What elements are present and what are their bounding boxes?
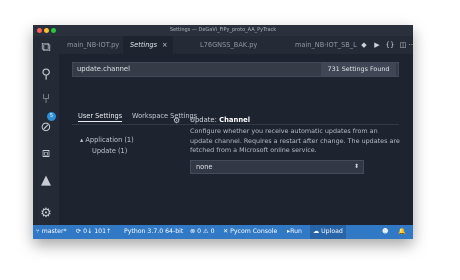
more-actions-icon[interactable]: ··· (408, 36, 413, 54)
run-icon[interactable]: ▶ (370, 36, 384, 54)
gear-icon[interactable]: ⚙ (33, 203, 59, 225)
tab-bar: main_NB-IOT.py Settings × L76GNSS_BAK.py … (59, 36, 413, 54)
maximize-window-button[interactable] (51, 28, 56, 33)
branch-label: master* (41, 228, 67, 235)
tree-item-application[interactable]: ▴ Application (1) (80, 136, 134, 145)
setting-gear-icon[interactable]: ⚙ (173, 116, 180, 125)
tab-l76gnss-bak[interactable]: L76GNSS_BAK.py (175, 36, 283, 54)
tab-user-settings[interactable]: User Settings (78, 111, 123, 122)
source-control-badge: 5 (47, 112, 56, 121)
select-value: none (196, 163, 213, 171)
azure-icon[interactable]: ▲ (33, 170, 59, 192)
update-channel-select[interactable]: none ⬍ (190, 160, 364, 174)
tree-item-update[interactable]: Update (1) (92, 147, 127, 156)
feedback-icon[interactable]: ☻ (382, 225, 388, 239)
title-bar: Settings — DeGaVi_FiPy_proto_AA_PyTrack (33, 25, 413, 36)
select-caret-icon: ⬍ (353, 163, 359, 170)
tree-item-label: Application (1) (85, 136, 134, 144)
pycom-console-button[interactable]: ✕ Pycom Console (223, 225, 277, 239)
settings-found-count: 731 Settings Found (321, 63, 396, 76)
tab-label: L76GNSS_BAK.py (200, 41, 258, 49)
files-icon[interactable]: ⧉ (33, 37, 59, 59)
source-control-icon[interactable]: ⑂ (33, 89, 59, 111)
bell-icon[interactable]: 🔔 (398, 225, 406, 239)
open-preview-icon[interactable]: ◆ (357, 36, 371, 54)
run-button[interactable]: ▸Run (287, 225, 302, 239)
problems-status[interactable]: ⊗ 0 ⚠ 0 (190, 225, 215, 239)
vscode-window: Settings — DeGaVi_FiPy_proto_AA_PyTrack … (33, 25, 413, 239)
minimize-window-button[interactable] (44, 28, 49, 33)
tab-label: main_NB-IOT.py (67, 41, 120, 49)
search-icon[interactable]: ⚲ (33, 64, 59, 86)
tab-main-nb-iot-sb[interactable]: main_NB-IOT_SB_L (285, 36, 357, 54)
tab-settings[interactable]: Settings × (123, 36, 173, 54)
close-window-button[interactable] (37, 28, 42, 33)
branch-status[interactable]: ⑂ master* (36, 225, 67, 239)
python-interpreter[interactable]: Python 3.7.0 64-bit (124, 225, 183, 239)
search-value: update.channel (77, 65, 131, 73)
setting-description: Configure whether you receive automatic … (190, 127, 400, 154)
tab-label: main_NB-IOT_SB_L (295, 41, 357, 49)
sync-status[interactable]: ⟳ 0↓ 101↑ (76, 225, 111, 239)
activity-bar: ⧉ ⚲ ⑂ ⊘ ⧈ ▲ ⚙ (33, 36, 59, 229)
tab-main-nb-iot[interactable]: main_NB-IOT.py (59, 36, 121, 54)
extensions-icon[interactable]: ⧈ (33, 143, 59, 165)
close-icon[interactable]: × (162, 41, 168, 49)
setting-name: Channel (219, 116, 251, 124)
upload-button[interactable]: ☁ Upload (310, 225, 346, 239)
status-bar: ⑂ master* ⟳ 0↓ 101↑ Python 3.7.0 64-bit … (33, 225, 413, 239)
window-title: Settings — DeGaVi_FiPy_proto_AA_PyTrack (169, 27, 277, 33)
setting-title: Update: Channel (190, 116, 250, 125)
setting-category: Update: (190, 116, 217, 124)
sync-label: 0↓ 101↑ (83, 228, 112, 235)
open-settings-json-icon[interactable]: {} (383, 36, 397, 54)
tab-workspace-settings[interactable]: Workspace Settings (132, 111, 197, 121)
tab-label: Settings (130, 41, 158, 49)
no-bugs-icon[interactable]: ⊘ (33, 117, 59, 139)
